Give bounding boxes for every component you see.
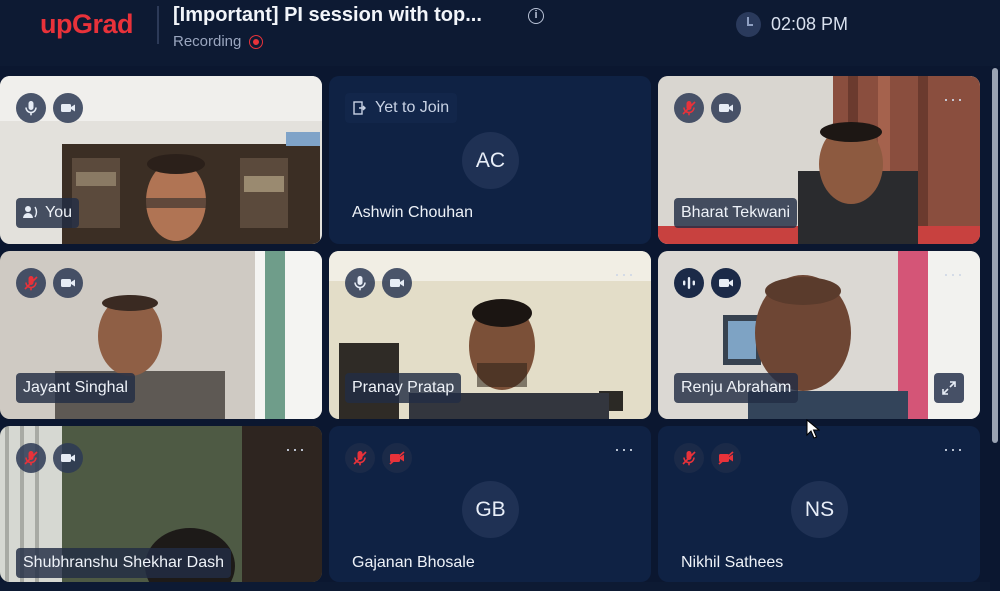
current-time: 02:08 PM	[771, 14, 849, 34]
more-options-icon[interactable]: ···	[285, 440, 306, 458]
scrollbar-thumb[interactable]	[992, 68, 998, 443]
mic-off-icon[interactable]	[16, 443, 46, 473]
session-title: [Important] PI session with top...	[173, 4, 482, 26]
camera-on-icon[interactable]	[53, 93, 83, 123]
clock-icon	[736, 12, 761, 37]
avatar: NS	[791, 481, 848, 538]
mic-off-icon[interactable]	[674, 93, 704, 123]
camera-on-icon[interactable]	[53, 268, 83, 298]
speaker-user-icon	[23, 206, 38, 218]
avatar: AC	[462, 132, 519, 189]
participant-tile-gajanan-bhosale[interactable]: ··· GB Gajanan Bhosale	[329, 426, 651, 582]
participant-name: Shubhranshu Shekhar Dash	[16, 548, 232, 578]
participant-tile-pranay-pratap[interactable]: ··· Pranay Pratap	[329, 251, 651, 419]
participant-name: Bharat Tekwani	[674, 198, 798, 228]
participant-tile-nikhil-sathees[interactable]: ··· NS Nikhil Sathees	[658, 426, 980, 582]
participant-name: Nikhil Sathees	[681, 554, 784, 571]
bottom-toolbar	[0, 582, 990, 591]
participant-tile-shubhranshu-shekhar-dash[interactable]: ··· Shubhranshu Shekhar Dash	[0, 426, 322, 582]
more-options-icon[interactable]: ···	[943, 265, 964, 283]
scrollbar[interactable]	[990, 66, 1000, 591]
camera-on-icon[interactable]	[53, 443, 83, 473]
info-icon[interactable]: i	[528, 8, 544, 24]
participant-tile-renju-abraham[interactable]: ··· Renju Abraham	[658, 251, 980, 419]
join-door-icon	[353, 101, 366, 115]
mic-off-icon[interactable]	[345, 443, 375, 473]
more-options-icon[interactable]: ···	[943, 440, 964, 458]
participant-tile-jayant-singhal[interactable]: Jayant Singhal	[0, 251, 322, 419]
participant-name: Renju Abraham	[674, 373, 799, 403]
recording-label: Recording	[173, 33, 242, 50]
mic-off-icon[interactable]	[674, 443, 704, 473]
more-options-icon[interactable]: ···	[614, 440, 635, 458]
camera-on-icon[interactable]	[382, 268, 412, 298]
participant-name: Gajanan Bhosale	[352, 554, 475, 571]
upgrad-logo[interactable]: upGrad	[40, 9, 134, 40]
camera-on-icon[interactable]	[711, 93, 741, 123]
mic-on-icon[interactable]	[16, 93, 46, 123]
participant-name: Jayant Singhal	[16, 373, 135, 403]
mouse-cursor-icon	[806, 419, 820, 439]
speaking-indicator-icon[interactable]	[674, 268, 704, 298]
top-bar: upGrad [Important] PI session with top..…	[0, 0, 1000, 66]
more-options-icon[interactable]: ···	[943, 90, 964, 108]
participant-tile-you[interactable]: You	[0, 76, 322, 244]
expand-icon[interactable]	[934, 373, 964, 403]
mic-on-icon[interactable]	[345, 268, 375, 298]
mic-off-icon[interactable]	[16, 268, 46, 298]
recording-indicator-icon	[249, 35, 263, 49]
header-divider	[157, 6, 159, 44]
yet-to-join-badge: Yet to Join	[345, 93, 458, 123]
participant-name: Pranay Pratap	[345, 373, 462, 403]
participant-name: Ashwin Chouhan	[352, 204, 473, 221]
avatar: GB	[462, 481, 519, 538]
participant-tile-bharat-tekwani[interactable]: ··· Bharat Tekwani	[658, 76, 980, 244]
participant-name: You	[16, 198, 79, 228]
camera-on-icon[interactable]	[711, 268, 741, 298]
camera-off-icon[interactable]	[711, 443, 741, 473]
more-options-icon[interactable]: ···	[614, 265, 635, 283]
camera-off-icon[interactable]	[382, 443, 412, 473]
participant-tile-ashwin-chouhan[interactable]: Yet to Join AC Ashwin Chouhan	[329, 76, 651, 244]
